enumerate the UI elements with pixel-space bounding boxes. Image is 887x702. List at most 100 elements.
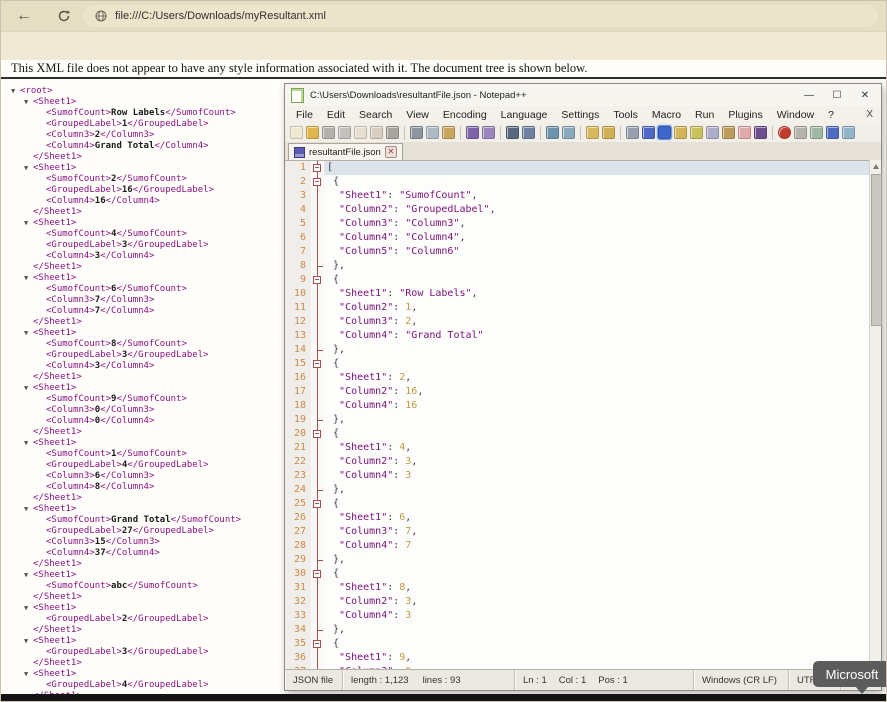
save-all-icon[interactable] (338, 126, 351, 139)
fold-collapse-icon[interactable] (313, 570, 321, 578)
reload-icon[interactable] (53, 5, 75, 27)
macro-save-icon[interactable] (826, 126, 839, 139)
paste-icon[interactable] (442, 126, 455, 139)
menu-item-help[interactable]: ? (821, 109, 841, 121)
json-string: "Column4" (339, 330, 393, 341)
tab-close-icon[interactable]: ✕ (385, 146, 397, 158)
menu-item-run[interactable]: Run (688, 109, 721, 121)
menu-item-settings[interactable]: Settings (554, 109, 606, 121)
cut-icon[interactable] (410, 126, 423, 139)
xml-tree-line: </Sheet1> (11, 625, 281, 636)
menu-item-macro[interactable]: Macro (645, 109, 688, 121)
close-document-icon[interactable] (354, 126, 367, 139)
xml-tree-line: <Column3>7</Column3> (11, 295, 281, 306)
collapse-arrow-icon[interactable]: ▼ (24, 669, 33, 680)
collapse-arrow-icon[interactable]: ▼ (24, 328, 33, 339)
fold-end-mark (318, 420, 323, 421)
close-all-documents-icon[interactable] (370, 126, 383, 139)
undo-icon[interactable] (466, 126, 479, 139)
menu-item-tools[interactable]: Tools (606, 109, 645, 121)
menu-item-file[interactable]: File (289, 109, 320, 121)
monitoring-icon[interactable] (738, 126, 751, 139)
menu-item-search[interactable]: Search (352, 109, 399, 121)
find-icon[interactable] (506, 126, 519, 139)
xml-tag: </Column3> (100, 405, 154, 415)
fold-collapse-icon[interactable] (313, 178, 321, 186)
xml-tag: </Sheet1> (33, 658, 82, 668)
collapse-arrow-icon[interactable]: ▼ (24, 97, 33, 108)
open-folder-icon[interactable] (306, 126, 319, 139)
menu-item-view[interactable]: View (399, 109, 436, 121)
print-icon[interactable] (386, 126, 399, 139)
copy-icon[interactable] (426, 126, 439, 139)
fold-collapse-icon[interactable] (313, 640, 321, 648)
json-punctuation (327, 232, 339, 243)
line-number: 1 (285, 161, 311, 175)
address-bar[interactable]: file:///C:/Users/Downloads/myResultant.x… (83, 5, 878, 27)
fold-collapse-icon[interactable] (313, 360, 321, 368)
xml-tree-line: <SumofCount>1</SumofCount> (11, 449, 281, 460)
menu-item-plugins[interactable]: Plugins (721, 109, 769, 121)
fold-margin (311, 273, 324, 287)
document-map-icon[interactable] (690, 126, 703, 139)
new-file-icon[interactable] (290, 126, 303, 139)
macro-record-icon[interactable] (778, 126, 791, 139)
bookmarks-bar (1, 31, 887, 60)
macro-stop-icon[interactable] (794, 126, 807, 139)
collapse-arrow-icon[interactable]: ▼ (24, 438, 33, 449)
macro-run-icon[interactable] (842, 126, 855, 139)
collapse-arrow-icon[interactable]: ▼ (24, 636, 33, 647)
collapse-arrow-icon[interactable]: ▼ (24, 273, 33, 284)
collapse-arrow-icon[interactable]: ▼ (24, 570, 33, 581)
fold-collapse-icon[interactable] (313, 276, 321, 284)
menu-item-encoding[interactable]: Encoding (436, 109, 494, 121)
sync-horizontal-scrolling-icon[interactable] (602, 126, 615, 139)
fold-collapse-icon[interactable] (313, 430, 321, 438)
xml-tree-line: <SumofCount>Grand Total</SumofCount> (11, 515, 281, 526)
document-list-icon[interactable] (706, 126, 719, 139)
editor-scrollbar[interactable] (869, 160, 881, 672)
save-icon[interactable] (322, 126, 335, 139)
collapse-arrow-icon[interactable]: ▼ (24, 218, 33, 229)
collapse-arrow-icon[interactable]: ▼ (24, 603, 33, 614)
document-close-icon[interactable]: X (866, 109, 873, 120)
view-eye-icon[interactable] (754, 126, 767, 139)
show-all-characters-icon[interactable] (642, 126, 655, 139)
word-wrap-icon[interactable] (626, 126, 639, 139)
fold-collapse-icon[interactable] (313, 500, 321, 508)
collapse-arrow-icon[interactable]: ▼ (24, 504, 33, 515)
minimize-button[interactable]: — (795, 84, 823, 106)
zoom-out-icon[interactable] (562, 126, 575, 139)
maximize-button[interactable]: ☐ (823, 84, 851, 106)
line-number: 23 (285, 469, 311, 483)
menu-item-language[interactable]: Language (494, 109, 555, 121)
folder-as-workspace-icon[interactable] (722, 126, 735, 139)
scrollbar-thumb[interactable] (871, 174, 882, 326)
macro-play-icon[interactable] (810, 126, 823, 139)
fold-collapse-icon[interactable] (313, 164, 321, 172)
menu-item-window[interactable]: Window (770, 109, 821, 121)
menu-item-edit[interactable]: Edit (320, 109, 352, 121)
collapse-arrow-icon[interactable]: ▼ (11, 86, 20, 97)
collapse-arrow-icon[interactable]: ▼ (24, 163, 33, 174)
sync-vertical-scrolling-icon[interactable] (586, 126, 599, 139)
replace-icon[interactable] (522, 126, 535, 139)
function-list-icon[interactable] (674, 126, 687, 139)
scroll-up-icon[interactable] (870, 160, 882, 172)
notepad-titlebar[interactable]: C:\Users\Downloads\resultantFile.json - … (285, 84, 881, 106)
collapse-arrow-icon[interactable]: ▼ (24, 383, 33, 394)
code-editor[interactable]: 1[2 {3 "Sheet1": "SumofCount",4 "Column2… (285, 160, 881, 673)
back-icon[interactable]: ← (13, 5, 35, 27)
indent-guide-icon[interactable] (658, 126, 671, 139)
json-string: "Column2" (339, 456, 393, 467)
tab-resultantfile-json[interactable]: resultantFile.json ✕ (288, 143, 403, 160)
code-text: }, (324, 343, 881, 357)
json-punctuation: : (393, 456, 405, 467)
redo-icon[interactable] (482, 126, 495, 139)
toolbar-separator (620, 126, 621, 140)
status-eol[interactable]: Windows (CR LF) (694, 670, 789, 690)
close-button[interactable]: ✕ (851, 84, 879, 106)
json-punctuation (327, 190, 339, 201)
json-string: "Sheet1" (339, 190, 387, 201)
zoom-in-icon[interactable] (546, 126, 559, 139)
